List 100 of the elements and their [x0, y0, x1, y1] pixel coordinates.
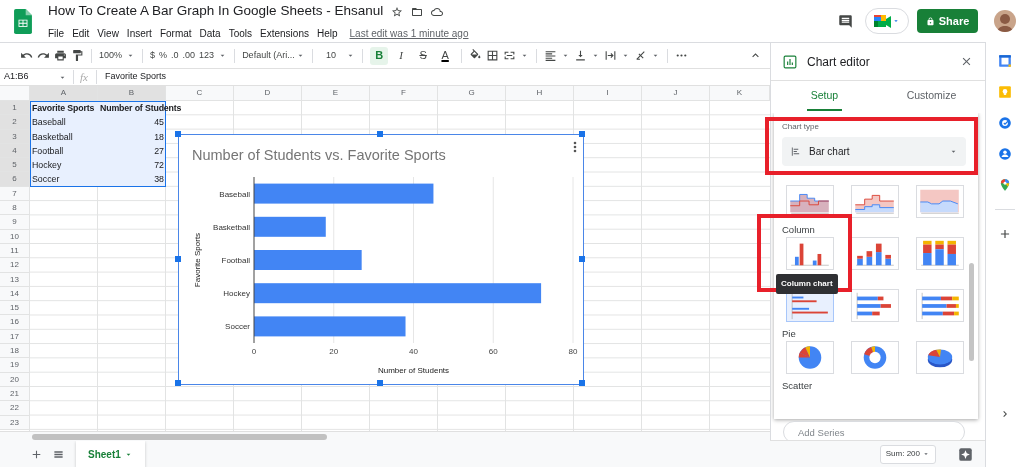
- share-button[interactable]: Share: [917, 9, 978, 33]
- borders-icon[interactable]: [486, 49, 500, 62]
- row-header[interactable]: 22: [0, 401, 30, 416]
- row-header[interactable]: 16: [0, 315, 30, 330]
- star-icon[interactable]: [391, 5, 404, 18]
- column-header[interactable]: H: [506, 86, 574, 101]
- column-header[interactable]: I: [574, 86, 642, 101]
- formula-input[interactable]: Favorite Sports: [104, 70, 166, 84]
- pie-chart-thumbnail[interactable]: [786, 341, 834, 374]
- zoom-select[interactable]: 100%: [99, 48, 123, 63]
- row-header[interactable]: 2: [0, 115, 30, 130]
- avatar[interactable]: [994, 10, 1016, 32]
- menu-item[interactable]: Data: [199, 25, 221, 41]
- number-format-button[interactable]: 123: [199, 48, 215, 63]
- font-select[interactable]: Default (Ari...: [242, 48, 293, 63]
- check-circle-icon[interactable]: [998, 116, 1012, 130]
- row-header[interactable]: 12: [0, 258, 30, 273]
- row-header[interactable]: 15: [0, 301, 30, 316]
- row-header[interactable]: 18: [0, 344, 30, 359]
- menu-item[interactable]: View: [97, 25, 119, 41]
- column-header[interactable]: D: [234, 86, 302, 101]
- calendar-icon[interactable]: [998, 54, 1012, 68]
- pie-3d-chart-thumbnail[interactable]: [916, 341, 964, 374]
- currency-format-button[interactable]: $: [150, 48, 156, 63]
- row-header[interactable]: 19: [0, 358, 30, 373]
- column-header[interactable]: G: [438, 86, 506, 101]
- comment-icon[interactable]: [838, 13, 853, 29]
- bar-stacked-chart-thumbnail[interactable]: [851, 289, 899, 322]
- last-edit-link[interactable]: Last edit was 1 minute ago: [349, 25, 469, 41]
- menu-item[interactable]: Help: [316, 25, 338, 41]
- percent-format-button[interactable]: %: [159, 48, 168, 63]
- donut-chart-thumbnail[interactable]: [851, 341, 899, 374]
- axis-title: Favorite Sports: [193, 232, 202, 288]
- bar-100-chart-thumbnail[interactable]: [916, 289, 964, 322]
- person-icon[interactable]: [998, 147, 1012, 161]
- menu-item[interactable]: Tools: [228, 25, 253, 41]
- column-header[interactable]: C: [166, 86, 234, 101]
- chart-card[interactable]: Number of Students vs. Favorite Sports Baseball Basketball Football Hockey Soccer 0 20 40 60 80 Number of Students Favorite Sports: [178, 134, 584, 385]
- row-header[interactable]: 5: [0, 158, 30, 173]
- column-100-chart-thumbnail[interactable]: [916, 237, 964, 270]
- row-header[interactable]: 8: [0, 201, 30, 216]
- text-wrap-icon[interactable]: [604, 49, 618, 62]
- column-header[interactable]: A: [30, 86, 98, 101]
- scrollbar-thumb[interactable]: [969, 263, 974, 361]
- column-stacked-chart-thumbnail[interactable]: [851, 237, 899, 270]
- sheet-list-icon[interactable]: [53, 448, 64, 460]
- scrollbar-thumb[interactable]: [32, 434, 327, 440]
- menu-item[interactable]: Insert: [126, 25, 152, 41]
- menu-item[interactable]: Edit: [72, 25, 90, 41]
- italic-button[interactable]: I: [392, 46, 411, 65]
- plus-icon[interactable]: [998, 227, 1012, 241]
- sheet-tab[interactable]: Sheet1: [76, 440, 145, 467]
- resize-handle[interactable]: [175, 131, 181, 137]
- tab[interactable]: Customize: [878, 81, 985, 113]
- resize-handle[interactable]: [377, 131, 383, 137]
- resize-handle[interactable]: [175, 380, 181, 386]
- sheets-logo[interactable]: [14, 8, 32, 34]
- column-header[interactable]: K: [710, 86, 770, 101]
- menu-item[interactable]: Format: [159, 25, 192, 41]
- tab[interactable]: Setup: [771, 81, 878, 113]
- row-header[interactable]: 1: [0, 101, 30, 116]
- resize-handle[interactable]: [579, 380, 585, 386]
- strikethrough-button[interactable]: S: [414, 46, 433, 65]
- add-series-field[interactable]: Add Series: [783, 421, 965, 440]
- resize-handle[interactable]: [175, 255, 181, 262]
- map-pin-icon[interactable]: [998, 178, 1012, 192]
- column-header[interactable]: E: [302, 86, 370, 101]
- area-100-chart-thumbnail[interactable]: [916, 185, 964, 218]
- kebab-menu-icon[interactable]: [573, 141, 577, 153]
- menu-item[interactable]: Extensions: [260, 25, 309, 41]
- column-header[interactable]: F: [370, 86, 438, 101]
- vertical-align-icon[interactable]: [574, 49, 588, 62]
- meet-button[interactable]: [865, 8, 909, 34]
- resize-handle[interactable]: [579, 255, 585, 262]
- column-chart-thumbnail[interactable]: [786, 237, 834, 270]
- column-header[interactable]: B: [98, 86, 166, 101]
- align-left-icon[interactable]: [544, 49, 558, 62]
- document-title[interactable]: How To Create A Bar Graph In Google Sheets - Ehsanul: [48, 1, 384, 22]
- cloud-icon[interactable]: [431, 5, 444, 18]
- increase-decimals-button[interactable]: .00: [182, 48, 196, 63]
- resize-handle[interactable]: [579, 131, 585, 137]
- paint-roller-icon[interactable]: [71, 49, 84, 62]
- menu-item[interactable]: File: [48, 25, 65, 41]
- decrease-decimals-button[interactable]: .0: [171, 48, 179, 63]
- stepped-area-stacked-chart-thumbnail[interactable]: [851, 185, 899, 218]
- folder-icon[interactable]: [411, 5, 424, 18]
- font-size-select[interactable]: 10: [320, 48, 343, 63]
- row-header[interactable]: 6: [0, 172, 30, 187]
- name-box[interactable]: A1:B6: [0, 70, 58, 84]
- column-header[interactable]: J: [642, 86, 710, 101]
- close-icon[interactable]: [960, 55, 973, 68]
- resize-handle[interactable]: [377, 380, 383, 386]
- chart-type-select[interactable]: Bar chart: [782, 137, 966, 166]
- text-color-button[interactable]: A: [436, 46, 455, 65]
- explore-icon[interactable]: [958, 446, 973, 462]
- sum-button[interactable]: Sum: 200: [879, 444, 936, 464]
- merge-cells-icon[interactable]: [503, 49, 517, 62]
- print-icon[interactable]: [54, 49, 67, 62]
- row-header[interactable]: 9: [0, 215, 30, 230]
- bold-button[interactable]: B: [370, 46, 389, 65]
